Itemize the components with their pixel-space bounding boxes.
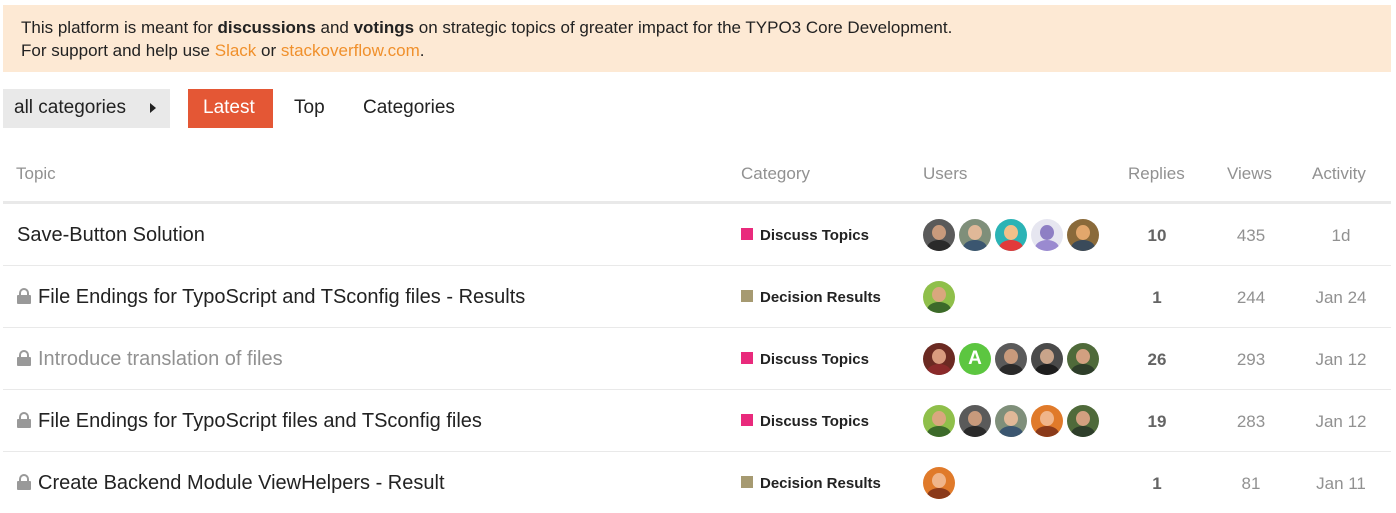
activity-time[interactable]: 1d — [1301, 226, 1381, 246]
topic-title: File Endings for TypoScript files and TS… — [38, 410, 482, 432]
user-avatar[interactable] — [923, 281, 955, 313]
navigation-pills: all categories Latest Top Categories — [3, 89, 703, 128]
banner-text: and — [315, 18, 354, 37]
category-name: Discuss Topics — [760, 227, 869, 244]
topic-row: Save-Button Solution Discuss Topics 10 4… — [3, 204, 1391, 266]
category-name: Decision Results — [760, 289, 881, 306]
lock-icon — [17, 350, 31, 366]
category-name: Discuss Topics — [760, 413, 869, 430]
header-activity[interactable]: Activity — [1312, 164, 1366, 184]
category-color-swatch — [741, 290, 753, 302]
header-replies[interactable]: Replies — [1128, 164, 1185, 184]
banner-text: This platform is meant for — [21, 18, 218, 37]
activity-time[interactable]: Jan 11 — [1301, 474, 1381, 494]
user-avatar[interactable] — [1031, 343, 1063, 375]
banner-bold-discussions: discussions — [217, 18, 316, 37]
topic-row: File Endings for TypoScript and TSconfig… — [3, 266, 1391, 328]
user-avatar[interactable] — [923, 219, 955, 251]
category-badge[interactable]: Decision Results — [741, 289, 881, 306]
views-count: 435 — [1236, 226, 1266, 245]
slack-link[interactable]: Slack — [215, 41, 257, 60]
topic-title: File Endings for TypoScript and TSconfig… — [38, 286, 526, 308]
category-badge[interactable]: Decision Results — [741, 475, 881, 492]
banner-bold-votings: votings — [353, 18, 415, 37]
user-avatar[interactable] — [995, 405, 1027, 437]
category-badge[interactable]: Discuss Topics — [741, 351, 869, 368]
replies-count: 10 — [1147, 226, 1167, 245]
topic-title: Create Backend Module ViewHelpers - Resu… — [38, 472, 445, 494]
user-avatar[interactable] — [1067, 343, 1099, 375]
header-views[interactable]: Views — [1227, 164, 1272, 184]
user-avatar[interactable] — [959, 219, 991, 251]
category-color-swatch — [741, 476, 753, 488]
stackoverflow-link[interactable]: stackoverflow.com — [281, 41, 420, 60]
banner-text: or — [256, 41, 281, 60]
lock-icon — [17, 474, 31, 490]
topic-title-link[interactable]: File Endings for TypoScript files and TS… — [17, 410, 482, 433]
header-topic[interactable]: Topic — [16, 164, 56, 184]
category-dropdown-label: all categories — [14, 97, 126, 118]
user-avatar[interactable] — [1067, 405, 1099, 437]
banner-line-2: For support and help use Slack or stacko… — [21, 39, 1391, 62]
user-avatar[interactable] — [923, 405, 955, 437]
user-avatar-letter[interactable]: A — [959, 343, 991, 375]
views-count: 293 — [1236, 350, 1266, 369]
lock-icon — [17, 412, 31, 428]
banner-text: . — [419, 41, 425, 60]
user-avatar[interactable] — [995, 343, 1027, 375]
topic-title: Introduce translation of files — [38, 348, 283, 370]
category-color-swatch — [741, 352, 753, 364]
header-category[interactable]: Category — [741, 164, 810, 184]
category-badge[interactable]: Discuss Topics — [741, 227, 869, 244]
topic-title-link[interactable]: Introduce translation of files — [17, 348, 283, 371]
tab-latest[interactable]: Latest — [188, 89, 273, 128]
category-color-swatch — [741, 228, 753, 240]
activity-time[interactable]: Jan 12 — [1301, 412, 1381, 432]
user-avatar[interactable] — [1031, 405, 1063, 437]
replies-count: 26 — [1147, 350, 1167, 369]
header-users: Users — [923, 164, 968, 183]
user-avatar[interactable] — [923, 343, 955, 375]
banner-text: For support and help use — [21, 41, 215, 60]
topic-title: Save-Button Solution — [17, 224, 205, 246]
banner-text: on strategic topics of greater impact fo… — [414, 18, 953, 37]
user-avatar[interactable] — [1067, 219, 1099, 251]
views-count: 81 — [1241, 474, 1261, 493]
topic-title-link[interactable]: File Endings for TypoScript and TSconfig… — [17, 286, 525, 309]
user-avatar[interactable] — [923, 467, 955, 499]
replies-count: 19 — [1147, 412, 1167, 431]
user-avatar[interactable] — [995, 219, 1027, 251]
topic-row: File Endings for TypoScript files and TS… — [3, 390, 1391, 452]
category-badge[interactable]: Discuss Topics — [741, 413, 869, 430]
topic-row: Create Backend Module ViewHelpers - Resu… — [3, 452, 1391, 513]
topic-title-link[interactable]: Save-Button Solution — [17, 224, 205, 247]
activity-time[interactable]: Jan 12 — [1301, 350, 1381, 370]
user-avatar[interactable] — [959, 405, 991, 437]
announcement-banner: This platform is meant for discussions a… — [3, 5, 1391, 72]
category-color-swatch — [741, 414, 753, 426]
activity-time[interactable]: Jan 24 — [1301, 288, 1381, 308]
topic-row: Introduce translation of files Discuss T… — [3, 328, 1391, 390]
user-avatar[interactable] — [1031, 219, 1063, 251]
category-name: Discuss Topics — [760, 351, 869, 368]
tab-top[interactable]: Top — [294, 89, 325, 128]
topic-list-header: Topic Category Users Replies Views Activ… — [0, 164, 1396, 188]
banner-line-1: This platform is meant for discussions a… — [21, 16, 1391, 39]
tab-categories[interactable]: Categories — [363, 89, 455, 128]
replies-count: 1 — [1152, 474, 1162, 493]
caret-right-icon — [150, 103, 156, 113]
category-name: Decision Results — [760, 475, 881, 492]
topic-title-link[interactable]: Create Backend Module ViewHelpers - Resu… — [17, 472, 445, 495]
category-dropdown[interactable]: all categories — [3, 89, 170, 128]
lock-icon — [17, 288, 31, 304]
views-count: 283 — [1236, 412, 1266, 431]
views-count: 244 — [1236, 288, 1266, 307]
replies-count: 1 — [1152, 288, 1162, 307]
